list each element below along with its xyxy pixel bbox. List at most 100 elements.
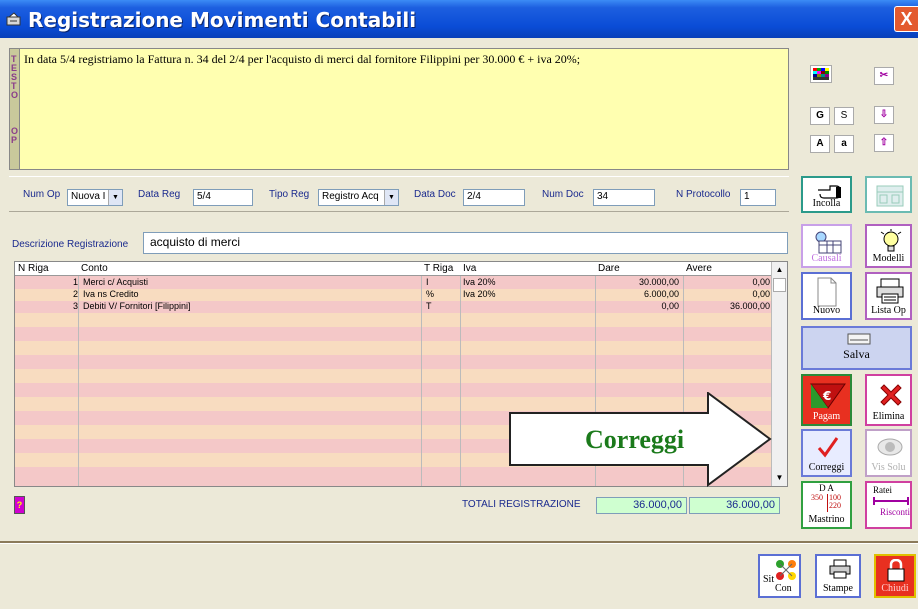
empty-table-row[interactable] bbox=[15, 355, 773, 369]
color-grid-icon bbox=[813, 68, 829, 80]
annotation-text: Correggi bbox=[585, 425, 685, 454]
data-reg-field[interactable]: 5/4 bbox=[193, 189, 253, 206]
cell-conto: Debiti V/ Fornitori [Filippini] bbox=[83, 301, 191, 311]
vis-solu-button[interactable]: Vis Solu bbox=[865, 429, 912, 477]
num-doc-label: Num Doc bbox=[542, 189, 584, 200]
chevron-down-icon[interactable]: ▼ bbox=[108, 190, 122, 205]
stampe-label: Stampe bbox=[823, 583, 853, 594]
paste-up-button[interactable]: ⇧ bbox=[874, 134, 894, 152]
risconti-label: Risconti bbox=[879, 507, 910, 517]
payment-icon: € bbox=[810, 383, 846, 409]
empty-table-row[interactable] bbox=[15, 341, 773, 355]
num-op-label: Num Op bbox=[23, 189, 61, 200]
mastrino-label: Mastrino bbox=[808, 514, 845, 525]
grid-scrollbar[interactable]: ▲ ▼ bbox=[771, 262, 787, 486]
pagam-button[interactable]: € Pagam bbox=[801, 374, 852, 426]
chiudi-button[interactable]: Chiudi bbox=[874, 554, 916, 598]
cell-dare: 0,00 bbox=[661, 301, 679, 311]
empty-table-row[interactable] bbox=[15, 327, 773, 341]
cell-avere: 36.000,00 bbox=[729, 301, 770, 311]
save-drive-icon bbox=[847, 333, 871, 345]
cut-button[interactable]: ✂ bbox=[874, 67, 894, 85]
mastrino-da-label: D A bbox=[819, 483, 834, 493]
lista-op-button[interactable]: Lista Op bbox=[865, 272, 912, 320]
uppercase-button[interactable]: A bbox=[810, 135, 830, 153]
empty-table-row[interactable] bbox=[15, 313, 773, 327]
scroll-thumb[interactable] bbox=[773, 278, 786, 292]
data-reg-label: Data Reg bbox=[138, 189, 181, 200]
sit-label: Sit bbox=[763, 574, 775, 585]
num-doc-field[interactable]: 34 bbox=[593, 189, 655, 206]
salva-button[interactable]: Salva bbox=[801, 326, 912, 370]
causali-label: Causali bbox=[811, 253, 842, 264]
header-n-riga[interactable]: N Riga bbox=[18, 263, 49, 274]
app-icon bbox=[6, 12, 21, 26]
causali-button[interactable]: Causali bbox=[801, 224, 852, 268]
scroll-down-icon[interactable]: ▼ bbox=[772, 471, 787, 485]
sit-con-button[interactable]: Sit Con bbox=[758, 554, 801, 598]
disabled-window-button bbox=[865, 176, 912, 213]
num-op-select[interactable]: Nuova I ▼ bbox=[67, 189, 123, 206]
header-t-riga[interactable]: T Riga bbox=[424, 263, 453, 274]
data-doc-field[interactable]: 2/4 bbox=[463, 189, 525, 206]
stampe-button[interactable]: Stampe bbox=[815, 554, 861, 598]
title-bar: Registrazione Movimenti Contabili X bbox=[0, 0, 918, 38]
cell-n-riga: 3 bbox=[73, 301, 79, 311]
header-dare[interactable]: Dare bbox=[598, 263, 620, 274]
description-field[interactable]: acquisto di merci bbox=[143, 232, 788, 254]
incolla-button[interactable]: Incolla bbox=[801, 176, 852, 213]
ledger-number: 350 bbox=[811, 493, 823, 502]
printer-icon bbox=[829, 559, 851, 579]
incolla-label: Incolla bbox=[812, 198, 841, 209]
strip-letter: P bbox=[11, 135, 18, 145]
help-button[interactable]: ? bbox=[14, 496, 25, 514]
description-label: Descrizione Registrazione bbox=[12, 239, 129, 250]
close-window-button[interactable]: X bbox=[894, 6, 918, 32]
arrow-down-icon: ⇩ bbox=[879, 109, 889, 120]
scroll-up-icon[interactable]: ▲ bbox=[772, 263, 787, 277]
correggi-label: Correggi bbox=[808, 462, 845, 473]
table-row[interactable]: 1 Merci c/ Acquisti I Iva 20% 30.000,00 … bbox=[15, 277, 773, 289]
table-row[interactable]: 3 Debiti V/ Fornitori [Filippini] T 0,00… bbox=[15, 301, 773, 313]
note-text[interactable]: In data 5/4 registriamo la Fattura n. 34… bbox=[24, 52, 580, 67]
color-palette-button[interactable] bbox=[810, 65, 832, 83]
note-area[interactable]: T E S T O O P In data 5/4 registriamo la… bbox=[9, 48, 789, 170]
cell-n-riga: 2 bbox=[73, 289, 79, 299]
bold-button[interactable]: G bbox=[810, 107, 830, 125]
table-row[interactable]: 2 Iva ns Credito % Iva 20% 6.000,00 0,00 bbox=[15, 289, 773, 301]
cell-conto: Iva ns Credito bbox=[83, 289, 139, 299]
correggi-button[interactable]: Correggi bbox=[801, 429, 852, 477]
paste-down-button[interactable]: ⇩ bbox=[874, 106, 894, 124]
nuovo-button[interactable]: Nuovo bbox=[801, 272, 852, 320]
strip-letter: O bbox=[11, 90, 19, 100]
molecule-icon bbox=[776, 560, 796, 580]
hand-pointer-icon bbox=[818, 185, 841, 199]
tipo-reg-value: Registro Acq bbox=[322, 191, 379, 202]
chevron-down-icon[interactable]: ▼ bbox=[384, 190, 398, 205]
header-avere[interactable]: Avere bbox=[686, 263, 712, 274]
eye-icon bbox=[877, 438, 903, 456]
lightbulb-icon bbox=[880, 229, 902, 252]
total-dare: 36.000,00 bbox=[596, 497, 687, 514]
mastrino-button[interactable]: D A 350 100 220 Mastrino bbox=[801, 481, 852, 529]
protocollo-field[interactable]: 1 bbox=[740, 189, 776, 206]
elimina-button[interactable]: Elimina bbox=[865, 374, 912, 426]
cell-avere: 0,00 bbox=[752, 277, 770, 287]
tipo-reg-select[interactable]: Registro Acq ▼ bbox=[318, 189, 399, 206]
ratei-risconti-button[interactable]: Ratei Risconti bbox=[865, 481, 912, 529]
s-button[interactable]: S bbox=[834, 107, 854, 125]
format-toolbar: ✂ G S ⇩ A a ⇧ bbox=[796, 48, 908, 164]
modelli-button[interactable]: Modelli bbox=[865, 224, 912, 268]
lowercase-button[interactable]: a bbox=[834, 135, 854, 153]
arrow-up-icon: ⇧ bbox=[879, 137, 889, 148]
header-conto[interactable]: Conto bbox=[81, 263, 108, 274]
header-iva[interactable]: Iva bbox=[463, 263, 476, 274]
cell-dare: 6.000,00 bbox=[643, 289, 679, 299]
chiudi-label: Chiudi bbox=[881, 583, 909, 594]
empty-table-row[interactable] bbox=[15, 369, 773, 383]
list-printer-icon bbox=[876, 278, 904, 304]
modelli-label: Modelli bbox=[872, 253, 905, 264]
cell-t-riga: T bbox=[426, 301, 432, 311]
delete-x-icon bbox=[880, 384, 902, 406]
note-side-strip: T E S T O O P bbox=[10, 49, 20, 169]
